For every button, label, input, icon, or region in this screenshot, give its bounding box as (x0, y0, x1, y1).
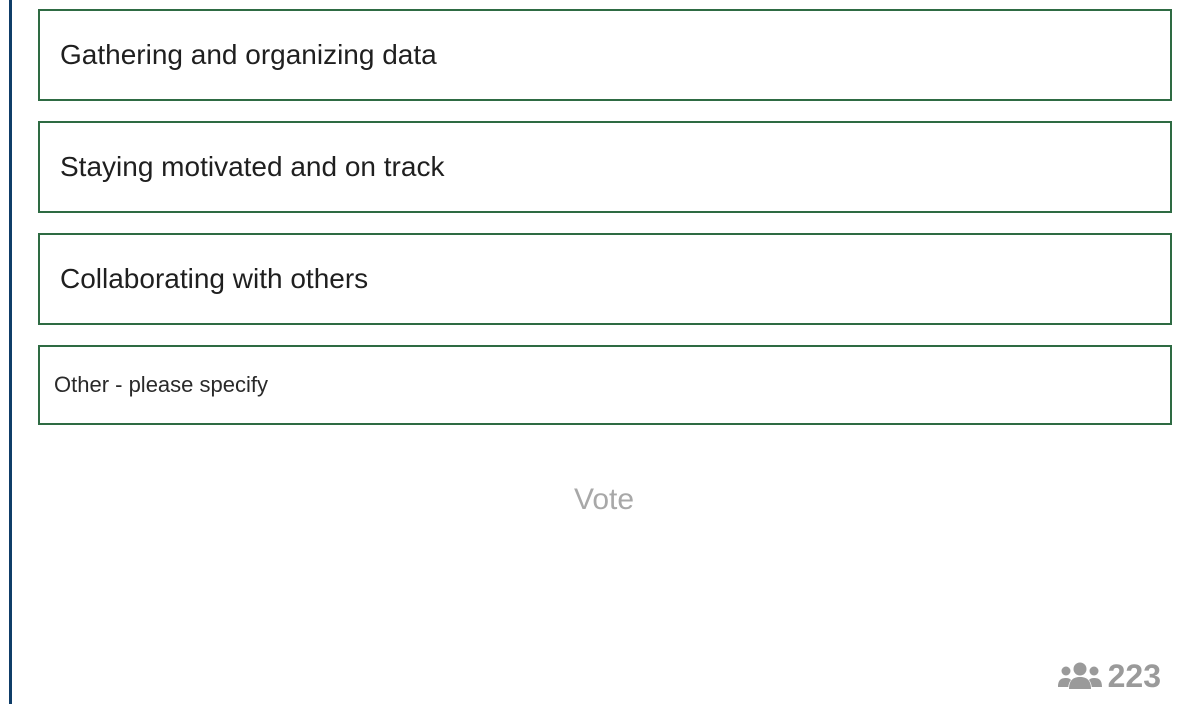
vote-button[interactable]: Vote (524, 474, 684, 526)
participant-count-value: 223 (1107, 657, 1161, 694)
participant-count: 223 (1057, 654, 1161, 698)
poll-option-label: Gathering and organizing data (60, 39, 437, 70)
other-specify-input[interactable] (40, 347, 1170, 423)
left-accent-rule (9, 0, 12, 704)
poll-option-label: Staying motivated and on track (60, 151, 445, 182)
poll-widget: Gathering and organizing data Staying mo… (0, 0, 1191, 704)
poll-option-collaborating[interactable]: Collaborating with others (38, 233, 1172, 325)
users-icon (1057, 661, 1102, 691)
poll-option-other[interactable] (38, 345, 1172, 425)
poll-option-label: Collaborating with others (60, 263, 369, 294)
poll-option-motivation[interactable]: Staying motivated and on track (38, 121, 1172, 213)
poll-option-gathering[interactable]: Gathering and organizing data (38, 9, 1172, 101)
